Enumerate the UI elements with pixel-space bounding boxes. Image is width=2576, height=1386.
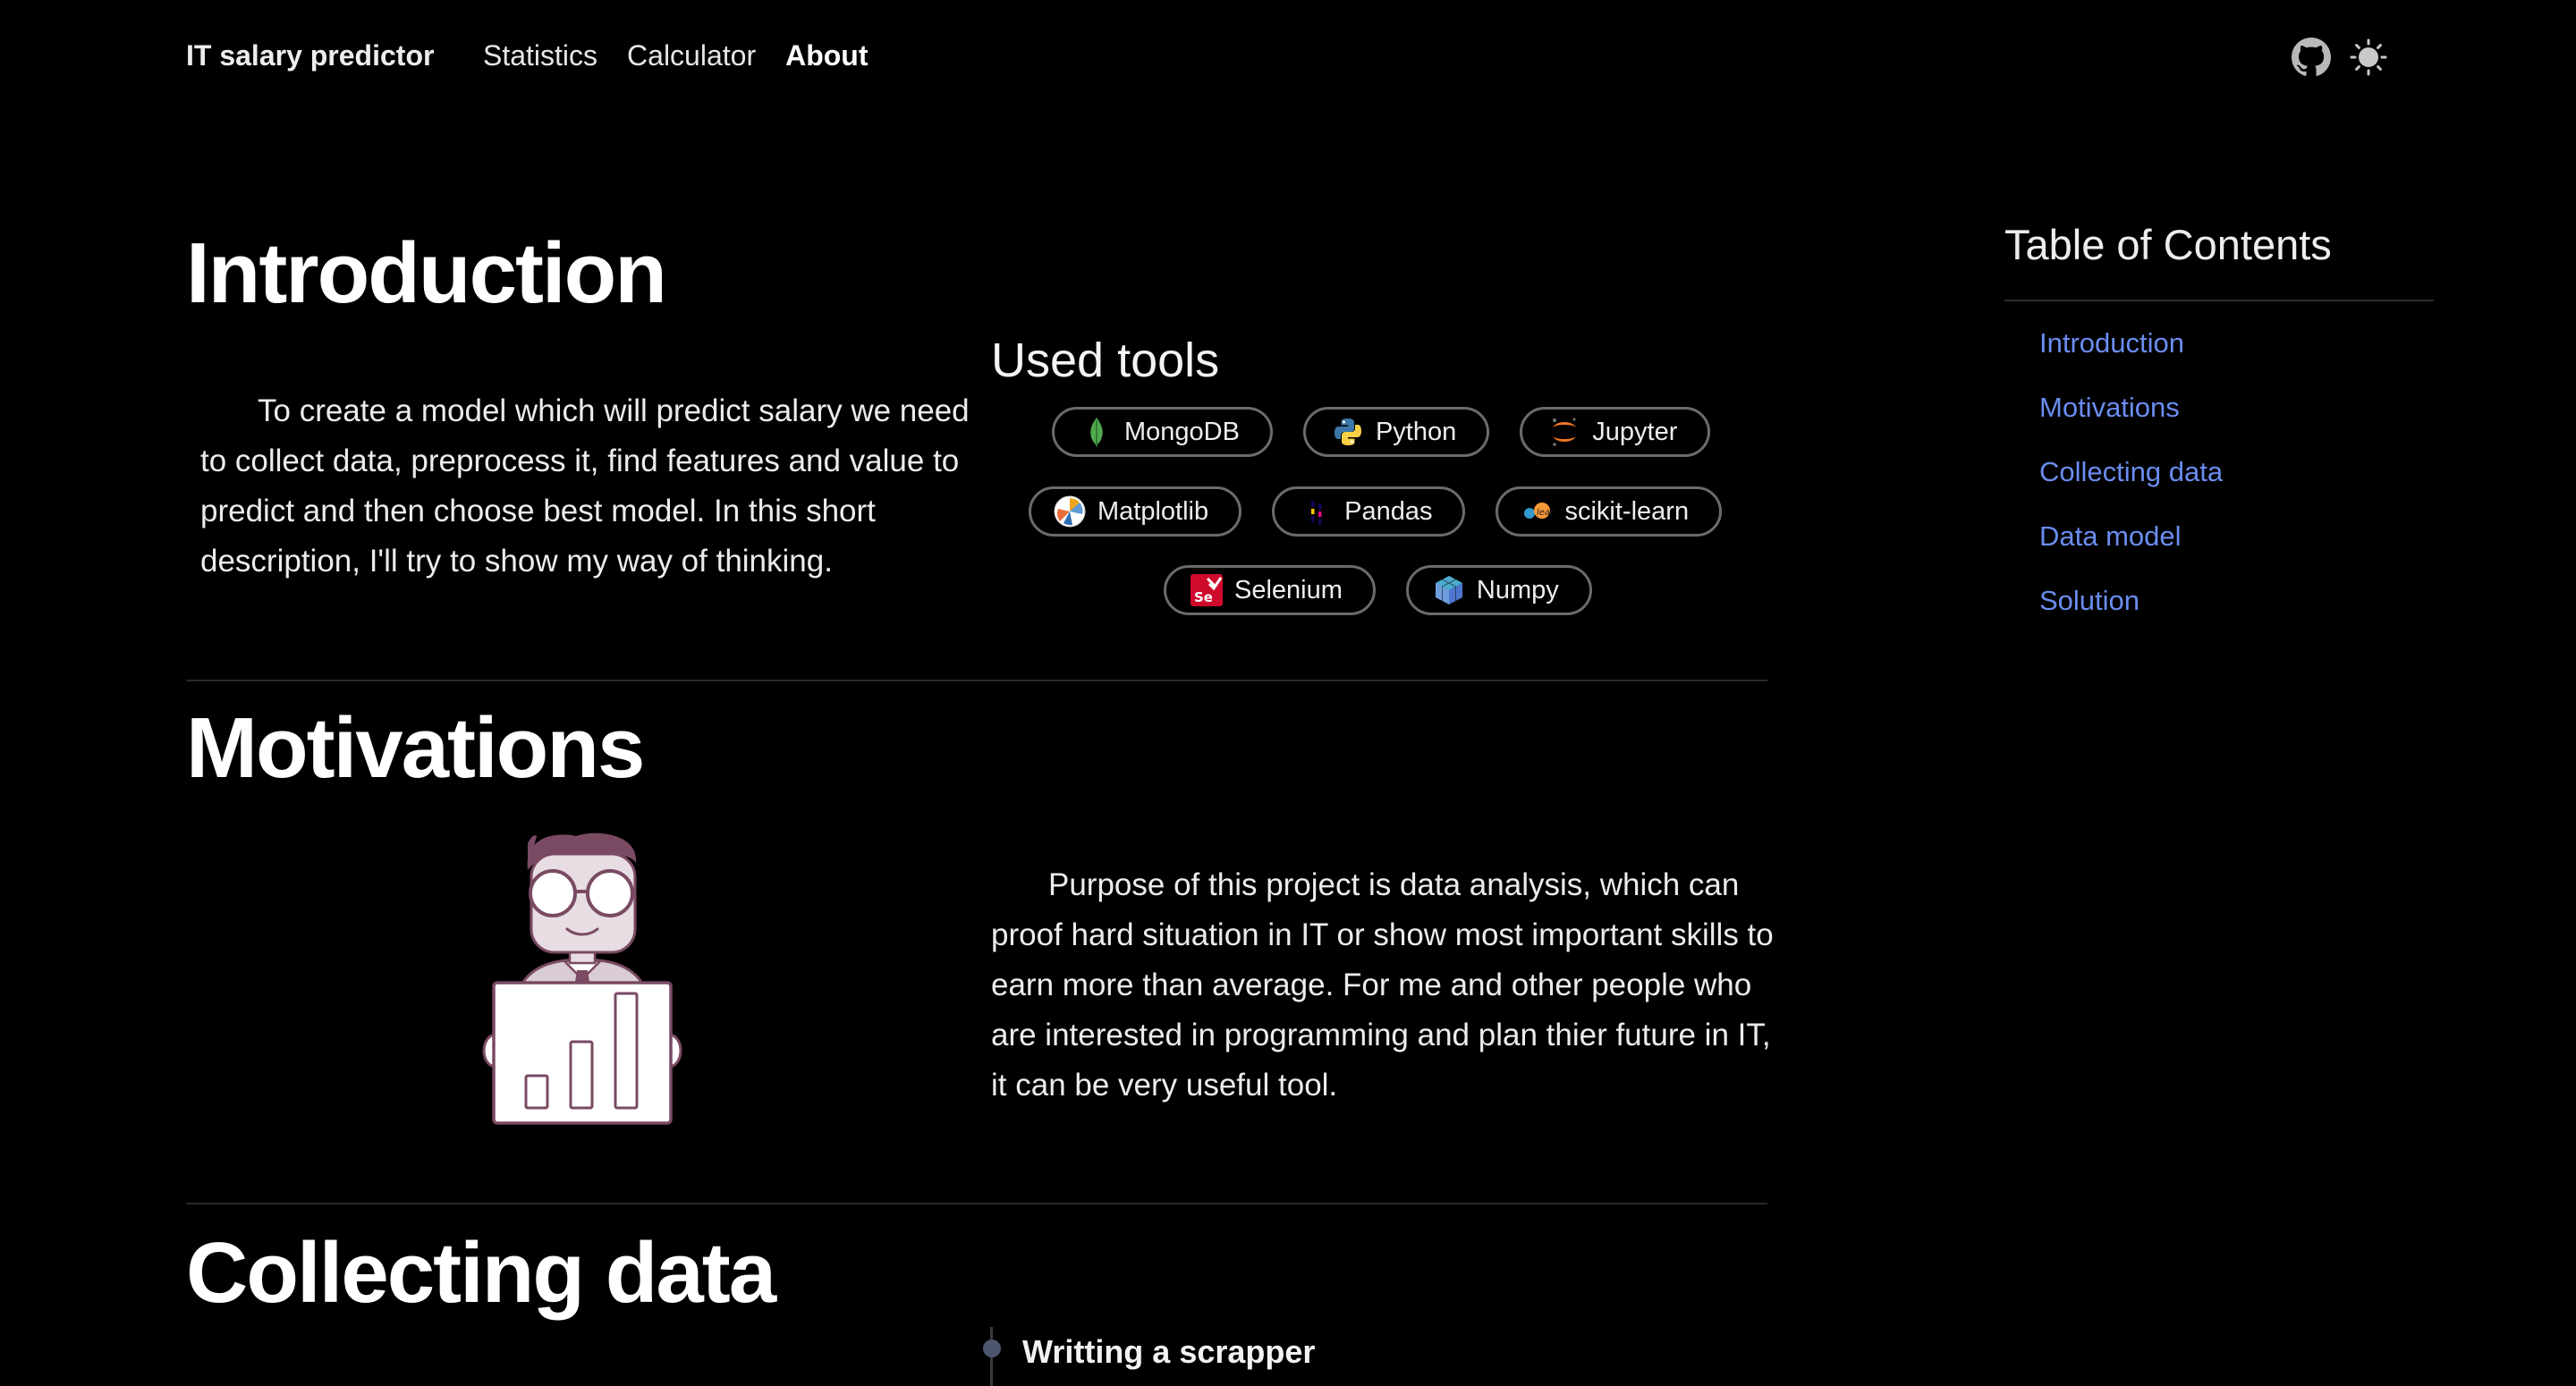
toc-link-solution[interactable]: Solution — [2039, 585, 2223, 617]
theme-toggle-icon[interactable] — [2349, 38, 2388, 77]
python-icon — [1331, 415, 1365, 449]
numpy-icon — [1432, 573, 1466, 607]
tool-label: Matplotlib — [1097, 496, 1209, 526]
section-divider — [186, 1203, 1767, 1204]
toc-list: Introduction Motivations Collecting data… — [2039, 327, 2223, 617]
tool-chip-mongodb[interactable]: MongoDB — [1052, 407, 1273, 457]
tool-label: Jupyter — [1592, 417, 1678, 446]
tool-chip-scikit-learn[interactable]: learn scikit-learn — [1496, 486, 1723, 537]
tool-chip-pandas[interactable]: Pandas — [1272, 486, 1466, 537]
main-nav: Statistics Calculator About — [483, 39, 869, 72]
github-icon[interactable] — [2292, 38, 2331, 77]
tool-chip-python[interactable]: Python — [1302, 407, 1490, 457]
used-tools-title: Used tools — [991, 334, 1220, 387]
scikit-learn-icon: learn — [1520, 494, 1554, 528]
toc-link-collecting-data[interactable]: Collecting data — [2039, 456, 2223, 488]
matplotlib-icon — [1053, 494, 1087, 528]
tool-label: Numpy — [1476, 575, 1559, 604]
section-title-introduction: Introduction — [186, 225, 667, 321]
toc-link-introduction[interactable]: Introduction — [2039, 327, 2223, 359]
tool-chip-numpy[interactable]: Numpy — [1405, 565, 1592, 615]
toc-title: Table of Contents — [2004, 221, 2332, 268]
timeline-item-title: Writting a scrapper — [1022, 1333, 1316, 1370]
toc-link-data-model[interactable]: Data model — [2039, 520, 2223, 553]
section-divider — [186, 680, 1767, 681]
svg-text:Se: Se — [1194, 589, 1213, 605]
person-with-bar-chart-illustration — [479, 827, 685, 1127]
nav-about[interactable]: About — [785, 39, 868, 72]
section-title-collecting-data: Collecting data — [186, 1225, 776, 1321]
tools-row-3: Se Selenium Numpy — [1164, 565, 1592, 615]
tools-row-1: MongoDB Python Jupyter — [1052, 407, 1711, 457]
nav-calculator[interactable]: Calculator — [627, 39, 756, 72]
tool-label: scikit-learn — [1564, 496, 1690, 526]
tool-chip-selenium[interactable]: Se Selenium — [1164, 565, 1376, 615]
brand-logo-text[interactable]: IT salary predictor — [186, 39, 434, 72]
selenium-icon: Se — [1190, 573, 1224, 607]
tool-chip-matplotlib[interactable]: Matplotlib — [1029, 486, 1242, 537]
jupyter-icon — [1547, 415, 1581, 449]
toc-link-motivations[interactable]: Motivations — [2039, 392, 2223, 424]
intro-paragraph: To create a model which will predict sal… — [200, 393, 970, 579]
top-navbar: IT salary predictor Statistics Calculato… — [0, 0, 2576, 116]
tool-label: MongoDB — [1124, 417, 1240, 446]
mongodb-icon — [1080, 415, 1114, 449]
svg-text:learn: learn — [1537, 508, 1554, 518]
nav-statistics[interactable]: Statistics — [483, 39, 597, 72]
tools-row-2: Matplotlib Pandas learn scikit-learn — [1029, 486, 1723, 537]
tool-label: Pandas — [1344, 496, 1433, 526]
motivations-paragraph: Purpose of this project is data analysis… — [991, 867, 1774, 1103]
section-title-motivations: Motivations — [186, 700, 645, 796]
pandas-icon — [1300, 494, 1334, 528]
tool-label: Selenium — [1234, 575, 1343, 604]
timeline-dot — [983, 1340, 1001, 1357]
toc-divider — [2004, 300, 2434, 301]
tool-label: Python — [1375, 417, 1457, 446]
tool-chip-jupyter[interactable]: Jupyter — [1520, 407, 1711, 457]
